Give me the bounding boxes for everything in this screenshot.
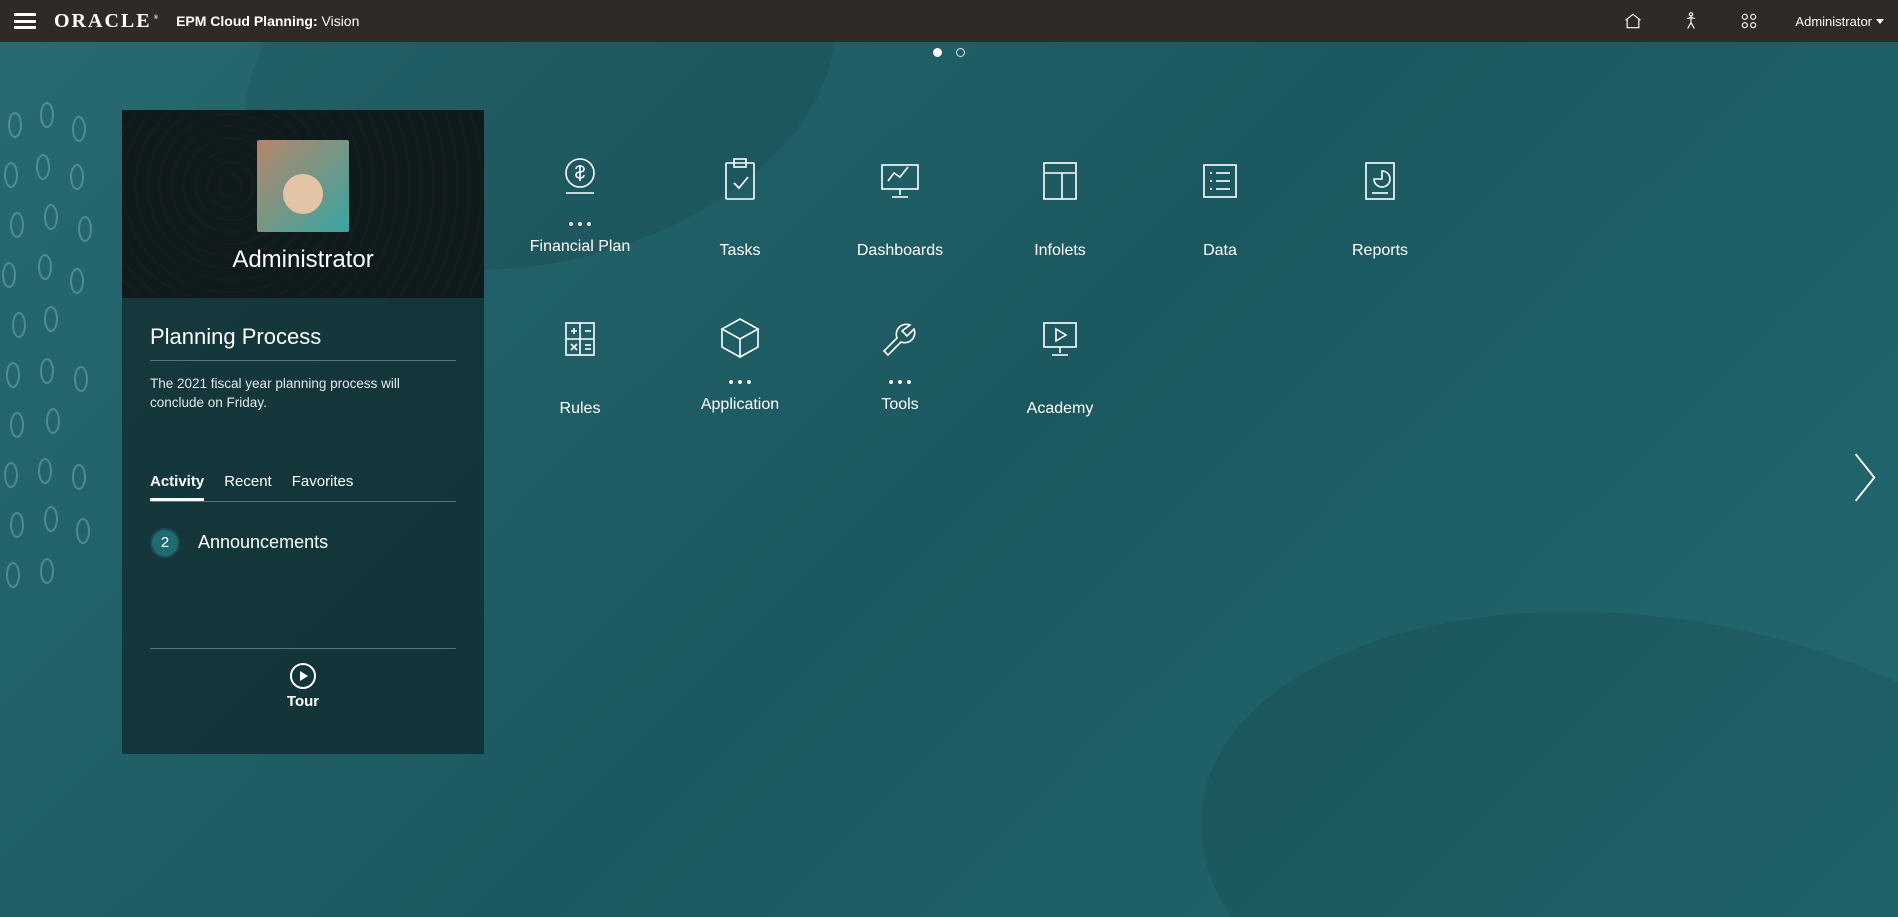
user-menu[interactable]: Administrator	[1795, 14, 1884, 29]
tour-button[interactable]: Tour	[150, 648, 456, 710]
announcement-title: Planning Process	[150, 324, 456, 361]
dollar-icon	[549, 150, 611, 212]
activity-item-announcements[interactable]: 2 Announcements	[150, 528, 456, 558]
apps-icon[interactable]	[1739, 11, 1759, 31]
accessibility-icon[interactable]	[1681, 11, 1701, 31]
global-header: ORACLE® EPM Cloud Planning: Vision Admin…	[0, 0, 1898, 42]
play-icon	[1029, 308, 1091, 370]
chevron-down-icon	[1876, 19, 1884, 24]
oracle-logo: ORACLE®	[54, 10, 158, 33]
wrench-icon	[869, 308, 931, 370]
nav-card-infolets[interactable]: Infolets	[980, 150, 1140, 260]
nav-card-dashboards[interactable]: Dashboards	[820, 150, 980, 260]
nav-card-financial-plan[interactable]: Financial Plan	[500, 150, 660, 260]
tab-activity[interactable]: Activity	[150, 473, 204, 501]
page-dot-2[interactable]	[956, 48, 965, 57]
nav-card-rules[interactable]: Rules	[500, 308, 660, 418]
nav-menu-button[interactable]	[14, 13, 36, 29]
nav-label: Financial Plan	[500, 238, 660, 256]
submenu-dots-icon	[660, 380, 820, 384]
submenu-dots-icon	[820, 380, 980, 384]
page-indicator	[933, 48, 965, 57]
monitor-icon	[869, 150, 931, 212]
home-canvas: Administrator Planning Process The 2021 …	[0, 42, 1898, 917]
nav-label: Tasks	[660, 242, 820, 260]
user-profile-header: Administrator	[122, 110, 484, 298]
nav-label: Rules	[500, 400, 660, 418]
layout-icon	[1029, 150, 1091, 212]
nav-label: Reports	[1300, 242, 1460, 260]
nav-card-application[interactable]: Application	[660, 308, 820, 418]
app-title: EPM Cloud Planning: Vision	[176, 13, 359, 29]
nav-card-reports[interactable]: Reports	[1300, 150, 1460, 260]
cube-icon	[709, 308, 771, 370]
nav-label: Application	[660, 396, 820, 414]
list-icon	[1189, 150, 1251, 212]
nav-label: Tools	[820, 396, 980, 414]
count-badge: 2	[150, 528, 180, 558]
sidecard-tabs: Activity Recent Favorites	[150, 473, 456, 502]
nav-card-data[interactable]: Data	[1140, 150, 1300, 260]
submenu-dots-icon	[500, 222, 660, 226]
next-page-arrow[interactable]	[1850, 449, 1880, 510]
decorative-pattern	[0, 102, 110, 782]
activity-label: Announcements	[198, 532, 328, 553]
nav-card-tasks[interactable]: Tasks	[660, 150, 820, 260]
tab-recent[interactable]: Recent	[224, 473, 272, 501]
nav-cluster: Financial PlanTasksDashboardsInfoletsDat…	[500, 150, 1778, 418]
piedoc-icon	[1349, 150, 1411, 212]
nav-label: Data	[1140, 242, 1300, 260]
tab-favorites[interactable]: Favorites	[292, 473, 354, 501]
nav-label: Infolets	[980, 242, 1140, 260]
clipboard-icon	[709, 150, 771, 212]
nav-card-tools[interactable]: Tools	[820, 308, 980, 418]
home-icon[interactable]	[1623, 11, 1643, 31]
announcements-panel: Administrator Planning Process The 2021 …	[122, 110, 484, 754]
nav-label: Academy	[980, 400, 1140, 418]
nav-label: Dashboards	[820, 242, 980, 260]
play-icon	[290, 663, 316, 689]
avatar[interactable]	[257, 140, 349, 232]
page-dot-1[interactable]	[933, 48, 942, 57]
announcement-text: The 2021 fiscal year planning process wi…	[150, 375, 456, 413]
username-label: Administrator	[122, 246, 484, 274]
calc-icon	[549, 308, 611, 370]
nav-card-academy[interactable]: Academy	[980, 308, 1140, 418]
